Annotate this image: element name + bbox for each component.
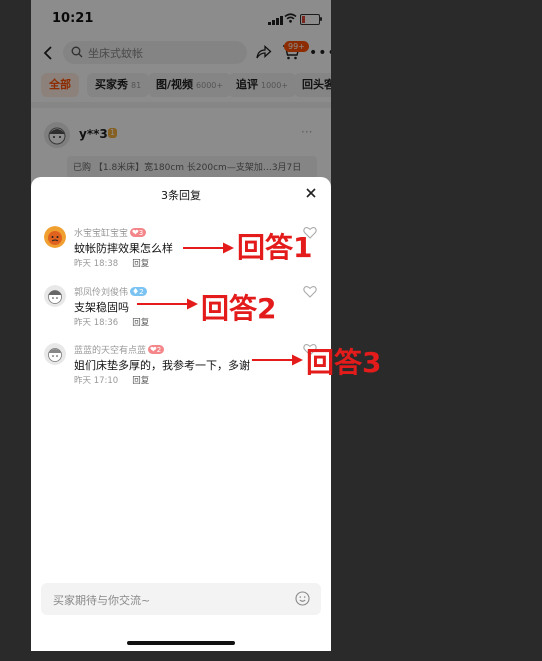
annotation-arrow-2 [137,298,198,310]
reply-item: 蓝蓝的天空有点蓝 ❤2 姐们床垫多厚的，我参考一下，多谢 昨天 17:10 回复 [31,343,331,399]
reply-time: 昨天 17:10 [74,376,119,386]
reply-text: 蚊帐防摔效果怎么样 [74,242,173,255]
annotation-label: 回答2 [201,292,277,325]
reply-username: 水宝宝缸宝宝 ❤3 [74,226,147,239]
reply-time: 昨天 18:38 [74,259,119,269]
reply-button[interactable]: 回复 [132,376,149,386]
heart-icon: ❤ [132,228,139,237]
reply-meta: 昨天 17:10 回复 [74,374,149,386]
avatar[interactable] [44,285,66,307]
home-indicator [127,641,235,645]
reply-username: 郭凤伶刘俊伟 ♦2 [74,285,147,298]
annotation-label: 回答1 [237,231,313,264]
level-number: 3 [138,229,144,237]
close-icon[interactable] [304,186,318,200]
avatar[interactable] [44,226,66,248]
level-badge: ♦2 [130,287,147,296]
comment-input[interactable]: 买家期待与你交流~ [41,583,321,615]
emoji-icon[interactable] [295,591,310,606]
level-number: 2 [156,346,162,354]
reply-username-text: 蓝蓝的天空有点蓝 [74,346,147,356]
reply-username-text: 水宝宝缸宝宝 [74,229,129,239]
reply-username: 蓝蓝的天空有点蓝 ❤2 [74,343,165,356]
level-badge: ❤2 [148,345,165,354]
reply-time: 昨天 18:36 [74,318,119,328]
sheet-title: 3条回复 [161,189,201,202]
heart-like-icon[interactable] [303,285,317,298]
level-badge: ❤3 [130,228,147,237]
reply-meta: 昨天 18:36 回复 [74,316,149,328]
annotation-arrow-3 [252,354,303,366]
reply-button[interactable]: 回复 [132,259,149,269]
heart-icon: ❤ [150,345,157,354]
reply-username-text: 郭凤伶刘俊伟 [74,288,129,298]
annotation-label: 回答3 [306,346,382,379]
reply-item: 郭凤伶刘俊伟 ♦2 支架稳固吗 昨天 18:36 回复 [31,285,331,341]
avatar[interactable] [44,343,66,365]
reply-button[interactable]: 回复 [132,318,149,328]
reply-text: 姐们床垫多厚的，我参考一下，多谢 [74,359,250,372]
level-number: 2 [139,288,144,296]
reply-meta: 昨天 18:38 回复 [74,257,149,269]
reply-text: 支架稳固吗 [74,301,129,314]
phone-screen: 10:21 坐床式蚊帐 99+ ••• 全部 [31,0,331,651]
annotation-arrow-1 [183,242,234,254]
comment-placeholder: 买家期待与你交流~ [53,594,151,607]
